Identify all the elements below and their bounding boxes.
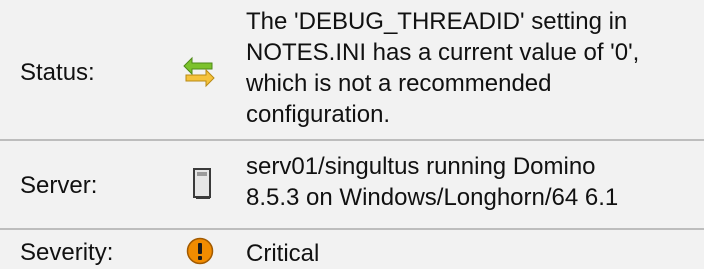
server-row: Server: serv01/singultus running Domino …	[0, 141, 704, 228]
sync-arrows-icon	[182, 52, 216, 97]
server-icon	[192, 167, 214, 206]
severity-row: Severity: Critical	[0, 230, 704, 269]
details-panel: Status: The 'DEBUG_THREADID' setting in …	[0, 0, 704, 269]
server-info: serv01/singultus running Domino 8.5.3 on…	[246, 153, 619, 211]
critical-warning-icon	[186, 237, 214, 270]
status-message: The 'DEBUG_THREADID' setting in NOTES.IN…	[246, 8, 640, 128]
severity-label: Severity:	[20, 239, 114, 266]
severity-value: Critical	[246, 240, 320, 267]
status-label: Status:	[20, 59, 95, 86]
status-row: Status: The 'DEBUG_THREADID' setting in …	[0, 0, 704, 139]
server-label: Server:	[20, 172, 98, 199]
